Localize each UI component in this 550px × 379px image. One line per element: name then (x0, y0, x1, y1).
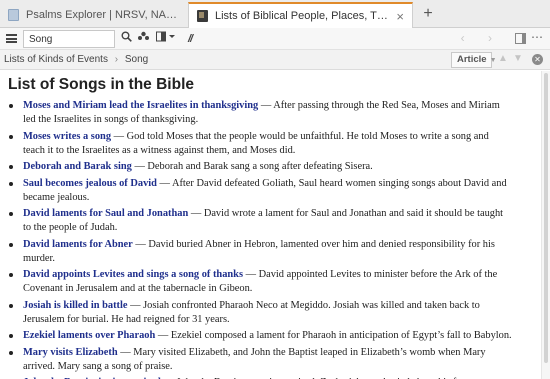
list-item: Saul becomes jealous of David — After Da… (8, 177, 534, 205)
event-link[interactable]: David laments for Abner (23, 239, 133, 250)
event-description: — After passing through the Red Sea, Mos… (258, 100, 500, 111)
list-item-line: Deborah and Barak sing — Deborah and Bar… (23, 160, 534, 174)
article-label: Article (457, 54, 487, 65)
list-item: Ezekiel laments over Pharaoh — Ezekiel c… (8, 329, 534, 343)
search-input[interactable] (23, 30, 115, 48)
event-description: — David appointed Levites to minister be… (243, 269, 498, 280)
page-title: List of Songs in the Bible (8, 76, 194, 93)
event-link[interactable]: David appoints Levites and sings a song … (23, 269, 243, 280)
event-description: — Mary visited Elizabeth, and John the B… (117, 346, 486, 358)
breadcrumb-bar: Lists of Kinds of Events › Song Article ▼… (0, 50, 550, 70)
book-icon (197, 10, 208, 22)
event-description: — God told Moses that the people would b… (111, 130, 489, 142)
tab-label: Lists of Biblical People, Places, Things… (215, 10, 390, 22)
close-icon[interactable]: ✕ (532, 54, 543, 65)
list-item-line: David appoints Levites and sings a song … (23, 268, 534, 282)
list-item: David laments for Saul and Jonathan — Da… (8, 207, 534, 235)
list-item-line: Mary visits Elizabeth — Mary visited Eli… (23, 346, 534, 360)
event-link[interactable]: Ezekiel laments over Pharaoh (23, 330, 155, 341)
list-item-line: Ezekiel laments over Pharaoh — Ezekiel c… (23, 329, 534, 343)
parallel-resources-icon[interactable]: // (183, 31, 197, 47)
scrollbar[interactable] (541, 71, 550, 379)
list-item: David laments for Abner — David buried A… (8, 238, 534, 266)
list-item: Moses writes a song — God told Moses tha… (8, 130, 534, 158)
event-description: — David buried Abner in Hebron, lamented… (132, 238, 495, 250)
event-link[interactable]: Moses writes a song (23, 131, 111, 142)
event-link[interactable]: Josiah is killed in battle (23, 300, 128, 311)
event-link[interactable]: Deborah and Barak sing (23, 161, 132, 172)
event-description: — David wrote a lament for Saul and Jona… (188, 208, 504, 219)
event-link[interactable]: Saul becomes jealous of David (23, 178, 157, 189)
toolbar: // ‹ › ⋯ (0, 28, 550, 50)
list-item-line: David laments for Saul and Jonathan — Da… (23, 207, 534, 221)
article-content: List of Songs in the Bible Moses and Mir… (0, 71, 550, 379)
list-item-line: Moses writes a song — God told Moses tha… (23, 130, 534, 144)
event-link[interactable]: David laments for Saul and Jonathan (23, 208, 188, 219)
search-icon[interactable] (120, 31, 132, 47)
list-item: Mary visits Elizabeth — Mary visited Eli… (8, 346, 534, 374)
list-item: David appoints Levites and sings a song … (8, 268, 534, 296)
tab-psalms-explorer[interactable]: Psalms Explorer | NRSV, NABRE:RE Notes (0, 2, 186, 28)
event-description: arrived. Mary sang a song of praise. (23, 360, 173, 372)
event-description: — After David defeated Goliath, Saul hea… (156, 177, 507, 189)
list-item-line: Saul becomes jealous of David — After Da… (23, 177, 534, 191)
event-description: — Josiah confronted Pharaoh Neco at Megi… (127, 299, 480, 311)
event-description: teach it to the Israelites as a witness … (23, 144, 296, 156)
event-description: — Deborah and Barak sang a song after de… (131, 161, 373, 172)
breadcrumb-separator: › (114, 54, 119, 65)
list-item: Moses and Miriam lead the Israelites in … (8, 99, 534, 127)
list-item-line: David laments for Abner — David buried A… (23, 238, 534, 252)
tab-lists-of-biblical-people[interactable]: Lists of Biblical People, Places, Things… (188, 2, 413, 28)
event-description: — Ezekiel composed a lament for Pharaoh … (155, 330, 512, 341)
tab-bar: Psalms Explorer | NRSV, NABRE:RE Notes L… (0, 0, 550, 28)
breadcrumb-item-song[interactable]: Song (125, 54, 148, 65)
close-icon[interactable]: × (396, 9, 404, 24)
arrow-up-icon[interactable]: ▲ (498, 53, 508, 64)
scrollbar-thumb[interactable] (544, 73, 548, 363)
document-icon (8, 9, 19, 21)
event-description: Covenant in Jerusalem and at the taberna… (23, 283, 253, 294)
list-item: Josiah is killed in battle — Josiah conf… (8, 299, 534, 327)
menu-icon[interactable] (6, 34, 17, 43)
panel-layout-icon[interactable] (156, 31, 176, 47)
event-link[interactable]: Mary visits Elizabeth (23, 347, 118, 358)
article-dropdown-button[interactable]: Article ▼ (451, 52, 497, 68)
breadcrumb-item-lists-of-kinds-of-events[interactable]: Lists of Kinds of Events (4, 54, 108, 65)
event-link[interactable]: Moses and Miriam lead the Israelites in … (23, 100, 258, 111)
song-list: Moses and Miriam lead the Israelites in … (8, 99, 534, 379)
panel-toggle-icon[interactable] (515, 33, 526, 44)
new-tab-button[interactable]: + (418, 4, 438, 24)
event-description: murder. (23, 252, 56, 264)
people-icon[interactable] (137, 31, 150, 47)
event-description: to the people of Judah. (23, 222, 118, 233)
list-item: Deborah and Barak sing — Deborah and Bar… (8, 160, 534, 174)
breadcrumb: Lists of Kinds of Events › Song (4, 54, 148, 65)
event-description: became jealous. (23, 191, 90, 203)
list-item-line: Moses and Miriam lead the Israelites in … (23, 99, 534, 113)
list-item-line: Josiah is killed in battle — Josiah conf… (23, 299, 534, 313)
history-arrows-icon[interactable]: ‹ › (461, 31, 502, 45)
event-description: Jerusalem for burial. He had reigned for… (23, 313, 230, 325)
tab-label: Psalms Explorer | NRSV, NABRE:RE Notes (26, 9, 178, 21)
event-description: led the Israelites in songs of thanksgiv… (23, 114, 199, 125)
chevron-down-icon: ▼ (489, 57, 497, 64)
arrow-down-icon[interactable]: ▼ (513, 53, 523, 64)
more-options-icon[interactable]: ⋯ (531, 30, 543, 44)
